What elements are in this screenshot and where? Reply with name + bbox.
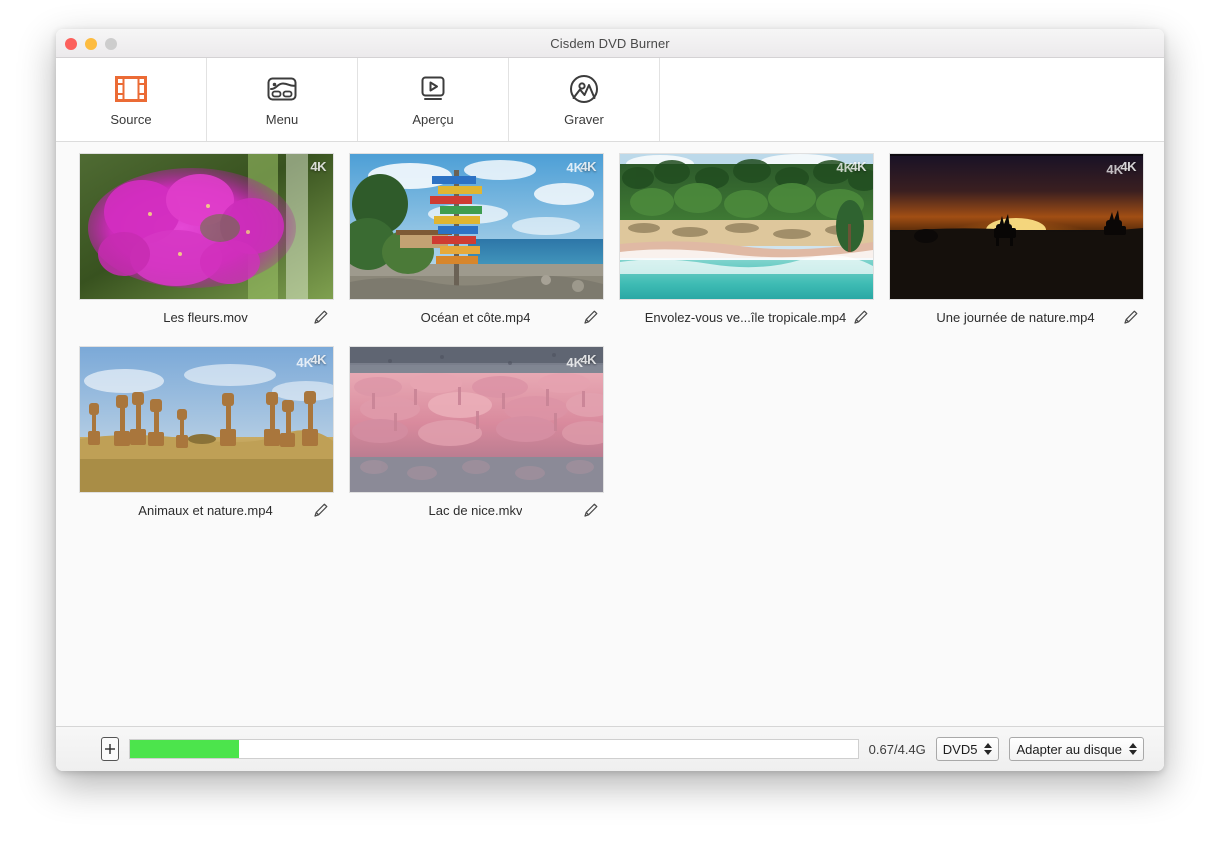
tab-menu[interactable]: Menu (207, 58, 358, 141)
status-bar: 0.67/4.4G DVD5 Adapter au disque (56, 726, 1164, 771)
pencil-icon[interactable] (582, 308, 600, 326)
badge-4k: 4K (850, 159, 866, 174)
video-filename: Une journée de nature.mp4 (936, 310, 1094, 325)
toolbar-empty-space (660, 58, 1164, 141)
pencil-icon[interactable] (312, 308, 330, 326)
tab-source[interactable]: Source (56, 58, 207, 141)
stepper-icon (983, 741, 992, 757)
tab-source-label: Source (110, 112, 151, 127)
video-card-footer: Lac de nice.mkv (349, 493, 602, 527)
fit-mode-value: Adapter au disque (1016, 742, 1122, 757)
tab-menu-label: Menu (266, 112, 299, 127)
video-filename: Envolez-vous ve...île tropicale.mp4 (645, 310, 847, 325)
pencil-icon[interactable] (312, 501, 330, 519)
video-card[interactable]: 4K 4K Une journée de nature.mp4 (889, 153, 1159, 334)
disc-type-value: DVD5 (943, 742, 978, 757)
video-card-footer: Animaux et nature.mp4 (79, 493, 332, 527)
thumb-coast-signpost: 4K (350, 154, 603, 299)
video-filename: Animaux et nature.mp4 (138, 503, 272, 518)
video-thumbnail[interactable]: 4K 4K (619, 153, 874, 300)
tab-graver[interactable]: Graver (509, 58, 660, 141)
stepper-icon (1128, 741, 1137, 757)
video-card[interactable]: 4K 4K Océan et côte.mp4 (349, 153, 619, 334)
plus-icon (103, 742, 117, 756)
close-button[interactable] (65, 38, 77, 50)
disc-usage-progress (129, 739, 859, 759)
video-card[interactable]: 4K Les fleurs.mov (79, 153, 349, 334)
menu-layout-icon (266, 72, 298, 106)
video-card[interactable]: 4K 4K Lac de nice.mkv (349, 346, 619, 527)
video-card-footer: Océan et côte.mp4 (349, 300, 602, 334)
window-title: Cisdem DVD Burner (56, 36, 1164, 51)
thumb-flamingos-lake: 4K (350, 347, 603, 492)
video-card[interactable]: 4K 4K Envolez-vous ve...île tropicale.mp… (619, 153, 889, 334)
traffic-lights (65, 38, 117, 50)
video-list-area: 4K Les fleurs.mov (56, 142, 1164, 726)
video-thumbnail[interactable]: 4K 4K (349, 153, 604, 300)
badge-4k: 4K (310, 352, 326, 367)
main-toolbar: Source Menu Ap (56, 58, 1164, 142)
disc-usage-label: 0.67/4.4G (869, 742, 926, 757)
disc-usage-progress-fill (130, 740, 239, 758)
pencil-icon[interactable] (852, 308, 870, 326)
thumb-flowers-purple (80, 154, 333, 299)
thumb-deer-sunset: 4K (890, 154, 1143, 299)
video-thumbnail[interactable]: 4K (79, 153, 334, 300)
pencil-icon[interactable] (1122, 308, 1140, 326)
app-window: Cisdem DVD Burner Source (56, 29, 1164, 771)
pencil-icon[interactable] (582, 501, 600, 519)
badge-4k: 4K (580, 352, 596, 367)
fit-mode-select[interactable]: Adapter au disque (1009, 737, 1144, 761)
minimize-button[interactable] (85, 38, 97, 50)
tab-apercu-label: Aperçu (412, 112, 453, 127)
video-card-footer: Les fleurs.mov (79, 300, 332, 334)
burn-disc-icon (567, 72, 601, 106)
disc-type-select[interactable]: DVD5 (936, 737, 1000, 761)
video-thumbnail[interactable]: 4K 4K (889, 153, 1144, 300)
video-grid: 4K Les fleurs.mov (79, 153, 1164, 539)
zoom-button[interactable] (105, 38, 117, 50)
film-strip-icon (114, 72, 148, 106)
title-bar: Cisdem DVD Burner (56, 29, 1164, 58)
add-file-button[interactable] (101, 737, 119, 761)
tab-graver-label: Graver (564, 112, 604, 127)
video-card-footer: Envolez-vous ve...île tropicale.mp4 (619, 300, 872, 334)
preview-play-icon (417, 72, 449, 106)
video-card[interactable]: 4K 4K Animaux et nature.mp4 (79, 346, 349, 527)
thumb-giraffes-savanna: 4K (80, 347, 333, 492)
badge-4k: 4K (580, 159, 596, 174)
video-thumbnail[interactable]: 4K 4K (349, 346, 604, 493)
video-filename: Lac de nice.mkv (429, 503, 523, 518)
tab-apercu[interactable]: Aperçu (358, 58, 509, 141)
video-filename: Océan et côte.mp4 (421, 310, 531, 325)
video-filename: Les fleurs.mov (163, 310, 248, 325)
badge-4k: 4K (1120, 159, 1136, 174)
video-card-footer: Une journée de nature.mp4 (889, 300, 1142, 334)
video-thumbnail[interactable]: 4K 4K (79, 346, 334, 493)
badge-4k: 4K (310, 159, 326, 174)
thumb-tropical-beach: 4K (620, 154, 873, 299)
disc-usage-progress-wrap (129, 739, 859, 759)
